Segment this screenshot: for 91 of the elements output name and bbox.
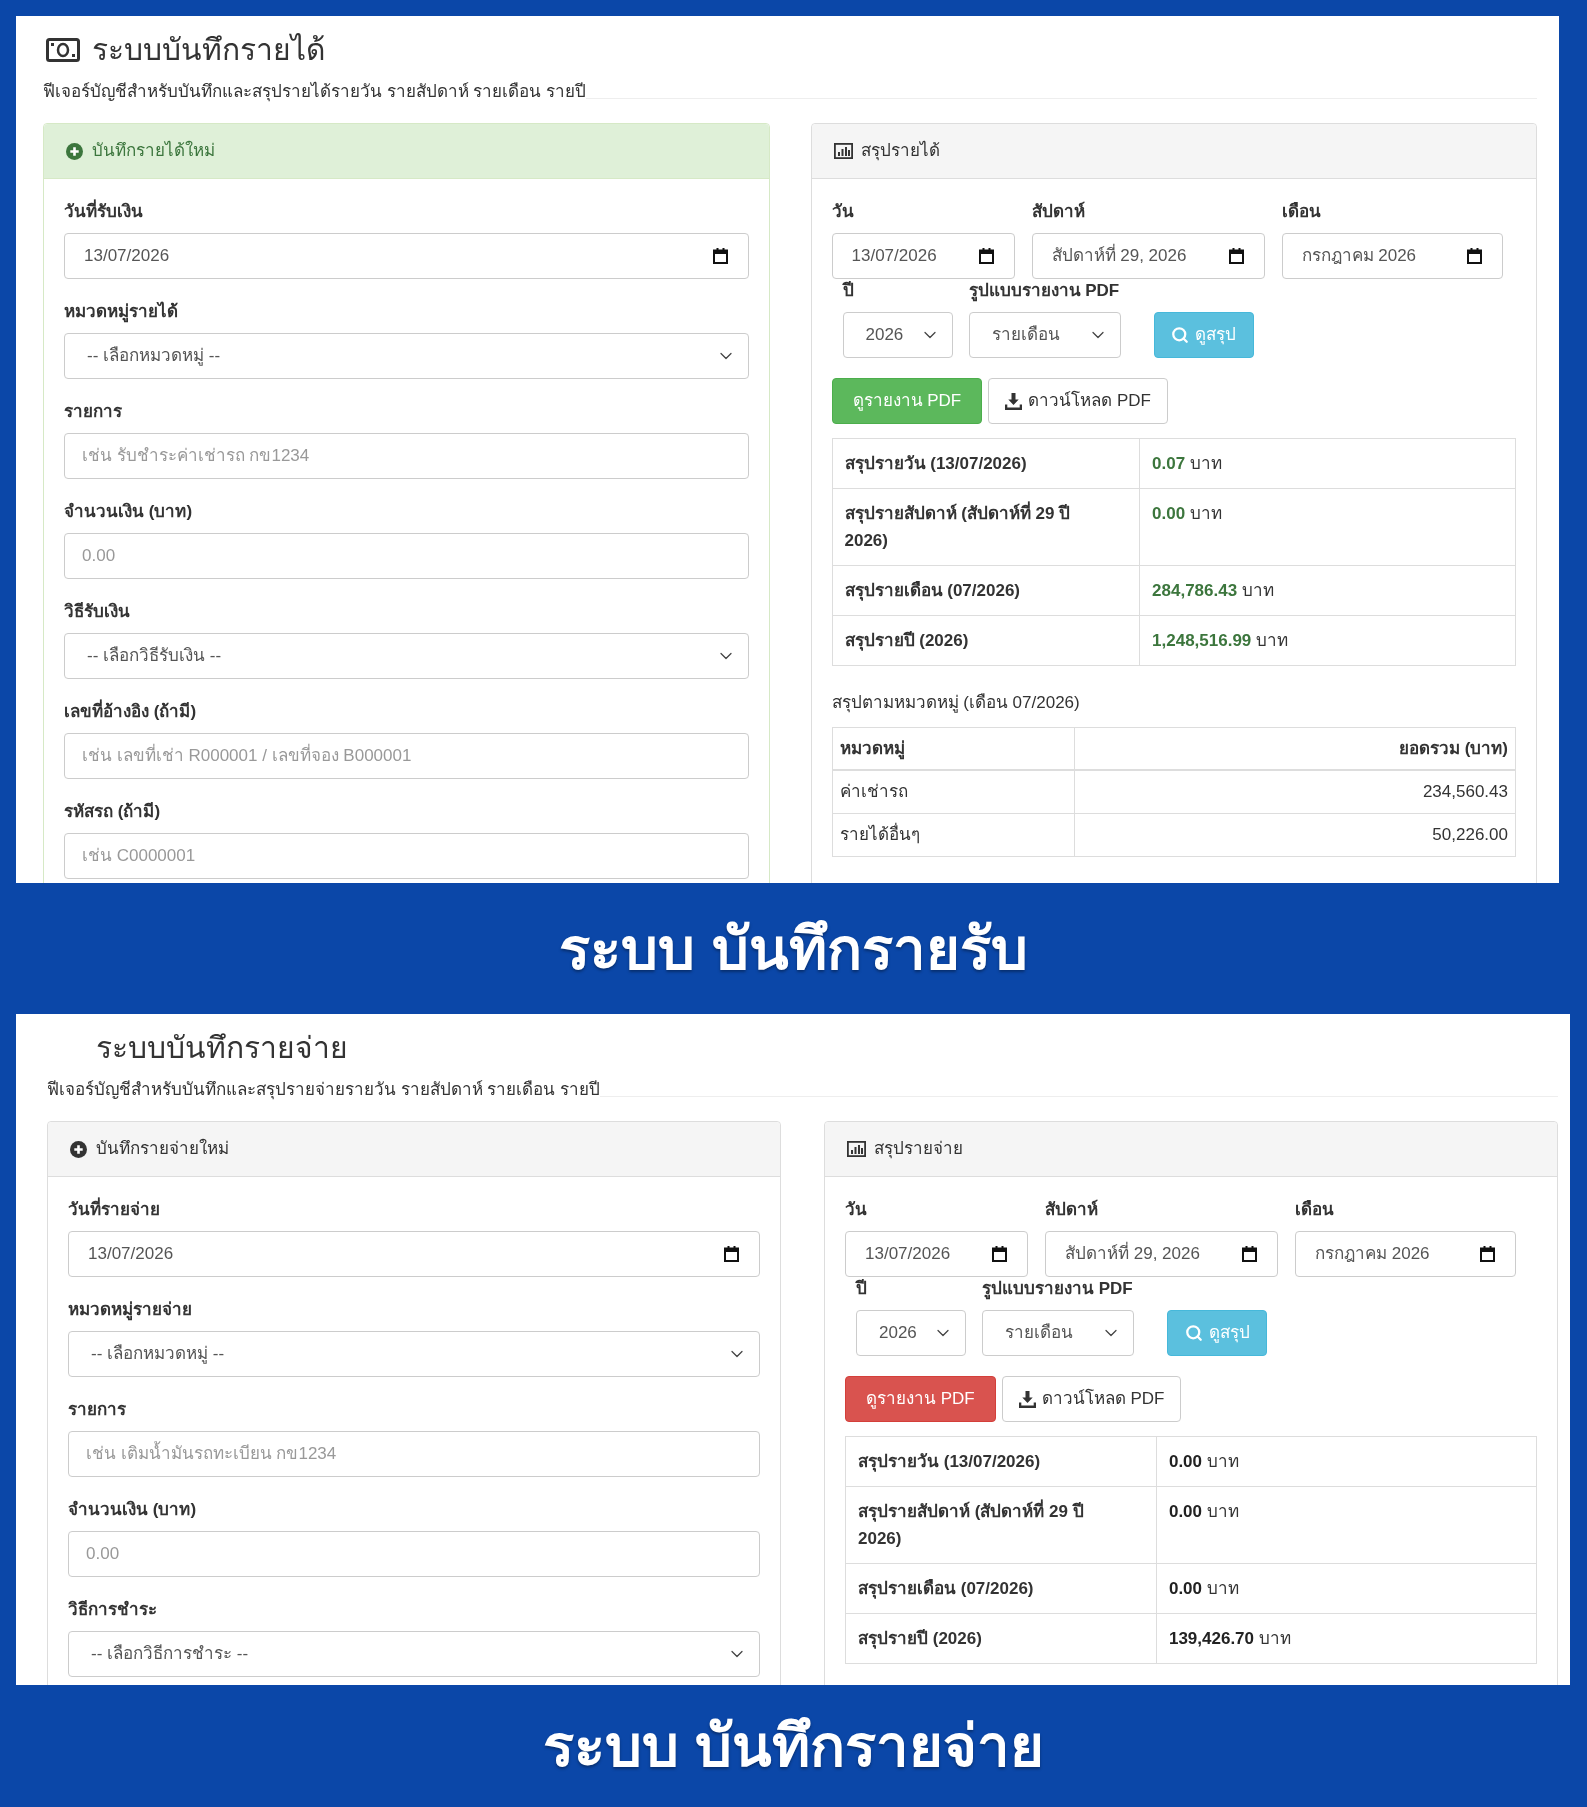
field-label: รูปแบบรายงาน PDF (968, 280, 1121, 303)
field-label: รายการ (68, 1399, 127, 1421)
field-label: เดือน (1295, 1199, 1335, 1221)
field-label: จำนวนเงิน (บาท) (68, 1499, 198, 1521)
table-cell: รายได้อื่นๆ (832, 813, 1075, 857)
date-field[interactable]: กรกฎาคม 2026 (1295, 1231, 1516, 1277)
page-title: ระบบบันทึกรายได้ (92, 32, 325, 68)
view-pdf-button[interactable]: ดูรายงาน PDF (845, 1376, 996, 1422)
field-label: สัปดาห์ (1031, 200, 1086, 223)
field-label: วิธีการชำระ (68, 1599, 158, 1621)
column-header: ยอดรวม (บาท) (1074, 727, 1516, 770)
download-pdf-button[interactable]: ดาวน์โหลด PDF (988, 378, 1168, 424)
field-label: วันที่รับเงิน (64, 200, 749, 224)
summary-amount: 0.00 บาท (1156, 1563, 1537, 1614)
summary-label: สรุปรายสัปดาห์ (สัปดาห์ที่ 29 ปี 2026) (832, 488, 1140, 566)
plus-circle-icon (66, 142, 83, 160)
calendar-icon (1228, 248, 1244, 264)
calendar-icon (712, 248, 728, 264)
banknote-icon (46, 38, 80, 62)
summary-amount: 284,786.43 บาท (1139, 565, 1516, 616)
summary-label: สรุปรายวัน (13/07/2026) (845, 1436, 1157, 1487)
table-cell: 234,560.43 (1074, 770, 1516, 814)
page-title: ระบบบันทึกรายจ่าย (96, 1030, 348, 1066)
field-label: สัปดาห์ (1045, 1198, 1099, 1221)
summary-amount: 0.07 บาท (1139, 438, 1516, 489)
select-dropdown[interactable]: รายเดือน (982, 1310, 1134, 1356)
page-subtitle: ฟีเจอร์บัญชีสำหรับบันทึกและสรุปรายได้รายวัน รายสัปดาห์ รายเดือน รายปี (43, 80, 587, 104)
caption-title: ระบบ บันทึกรายจ่าย (542, 1712, 1045, 1780)
panel-title: สรุปรายจ่าย (874, 1138, 963, 1161)
panel-title: บันทึกรายจ่ายใหม่ (96, 1137, 229, 1161)
field-label: รายการ (64, 401, 123, 423)
date-field[interactable]: สัปดาห์ที่ 29, 2026 (1031, 233, 1265, 279)
search-icon (1171, 326, 1189, 344)
field-label: เลขที่อ้างอิง (ถ้ามี) (64, 700, 749, 724)
summary-amount: 1,248,516.99 บาท (1139, 615, 1516, 666)
date-field[interactable]: 13/07/2026 (831, 233, 1015, 279)
plus-circle-icon (70, 1140, 87, 1158)
date-field[interactable]: กรกฎาคม 2026 (1281, 233, 1503, 279)
select-dropdown[interactable]: -- เลือกวิธีการชำระ -- (68, 1631, 760, 1677)
field-label: วัน (831, 201, 855, 223)
page-subtitle: ฟีเจอร์บัญชีสำหรับบันทึกและสรุปรายจ่ายรายวัน รายสัปดาห์ รายเดือน รายปี (47, 1079, 601, 1102)
column-header: หมวดหมู่ (832, 727, 1075, 770)
download-pdf-button[interactable]: ดาวน์โหลด PDF (1001, 1376, 1182, 1422)
summary-label: สรุปรายปี (2026) (845, 1613, 1157, 1664)
calendar-icon (724, 1246, 739, 1262)
select-dropdown[interactable]: -- เลือกหมวดหมู่ -- (68, 1331, 760, 1377)
calendar-icon (1480, 1246, 1495, 1262)
download-icon (1018, 1390, 1036, 1408)
calendar-icon (992, 1246, 1007, 1262)
table-cell: ค่าเช่ารถ (832, 770, 1075, 814)
field-label: ปี (856, 1278, 868, 1300)
date-field[interactable]: สัปดาห์ที่ 29, 2026 (1045, 1231, 1278, 1277)
date-field[interactable]: 13/07/2026 (64, 233, 749, 279)
summary-amount: 0.00 บาท (1156, 1436, 1537, 1487)
calendar-icon (1466, 248, 1482, 264)
summary-label: สรุปรายสัปดาห์ (สัปดาห์ที่ 29 ปี 2026) (845, 1486, 1157, 1564)
select-dropdown[interactable]: -- เลือกหมวดหมู่ -- (64, 333, 749, 379)
summary-label: สรุปรายวัน (13/07/2026) (832, 438, 1140, 489)
summary-amount: 0.00 บาท (1156, 1486, 1537, 1564)
download-icon (1005, 392, 1023, 410)
field-label: รหัสรถ (ถ้ามี) (64, 801, 162, 823)
select-dropdown[interactable]: รายเดือน (968, 312, 1121, 358)
field-label: เดือน (1281, 201, 1322, 223)
summary-amount: 139,426.70 บาท (1156, 1613, 1537, 1664)
caption-title: ระบบ บันทึกรายรับ (559, 914, 1028, 983)
panel-title: บันทึกรายได้ใหม่ (92, 139, 215, 163)
select-dropdown[interactable]: -- เลือกวิธีรับเงิน -- (64, 633, 749, 679)
field-label: จำนวนเงิน (บาท) (64, 501, 194, 523)
select-dropdown[interactable]: 2026 (856, 1310, 966, 1356)
bar-chart-icon (833, 143, 853, 159)
table-cell: 50,226.00 (1074, 813, 1516, 857)
field-label: หมวดหมู่รายได้ (64, 300, 179, 324)
calendar-icon (978, 248, 994, 264)
field-label: วิธีรับเงิน (64, 601, 131, 623)
field-label: วันที่รายจ่าย (68, 1198, 760, 1222)
field-label: หมวดหมู่รายจ่าย (68, 1299, 193, 1322)
summary-amount: 0.00 บาท (1139, 488, 1516, 566)
category-summary-title: สรุปตามหมวดหมู่ (เดือน 07/2026) (831, 692, 1081, 715)
summary-label: สรุปรายปี (2026) (832, 615, 1140, 666)
field-label: รูปแบบรายงาน PDF (982, 1278, 1134, 1301)
select-dropdown[interactable]: 2026 (842, 312, 953, 358)
search-icon (1184, 1324, 1203, 1342)
panel-title: สรุปรายได้ (860, 139, 940, 163)
calendar-icon (1242, 1246, 1257, 1262)
field-label: วัน (845, 1199, 868, 1221)
summary-label: สรุปรายเดือน (07/2026) (832, 565, 1140, 616)
bar-chart-icon (847, 1141, 866, 1157)
date-field[interactable]: 13/07/2026 (845, 1231, 1028, 1277)
date-field[interactable]: 13/07/2026 (68, 1231, 760, 1277)
summary-label: สรุปรายเดือน (07/2026) (845, 1563, 1157, 1614)
field-label: ปี (842, 280, 855, 302)
